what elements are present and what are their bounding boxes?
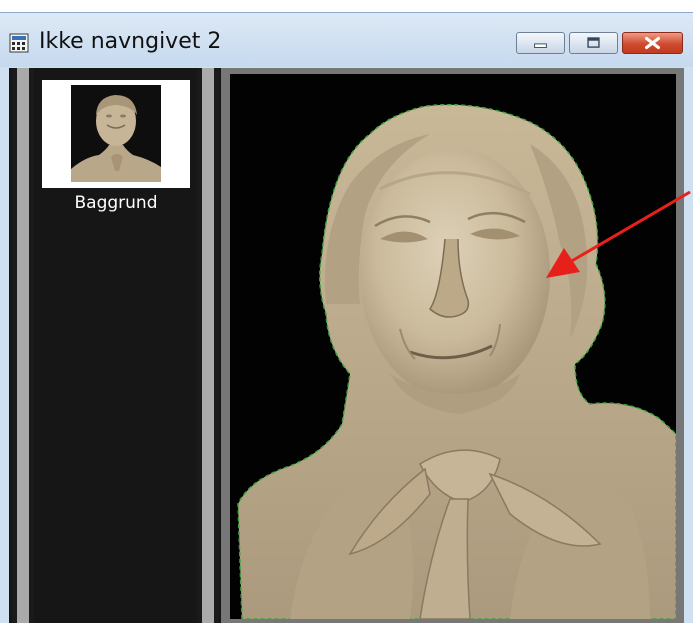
layer-thumbnail-image [71,85,161,182]
title-bar[interactable]: Ikke navngivet 2 [0,13,693,67]
maximize-icon [587,37,600,48]
bust-image [230,74,676,619]
filmstrip-perforation-left [12,68,34,623]
close-button[interactable] [622,32,683,54]
window-title: Ikke navngivet 2 [39,29,222,54]
filmstrip-perforation-right [197,68,219,623]
maximize-button[interactable] [569,32,618,54]
minimize-button[interactable] [516,32,565,54]
minimize-icon [534,43,547,48]
layer-label: Baggrund [74,193,158,213]
layer-thumbnail[interactable] [42,80,190,188]
layers-filmstrip: Baggrund [9,68,221,623]
image-canvas[interactable] [230,74,676,619]
app-window: Ikke navngivet 2 Baggrund [0,12,693,623]
app-icon[interactable] [9,33,29,53]
close-icon [645,36,660,50]
window-client-area: Baggrund [9,68,684,623]
annotation-arrow [546,190,691,278]
